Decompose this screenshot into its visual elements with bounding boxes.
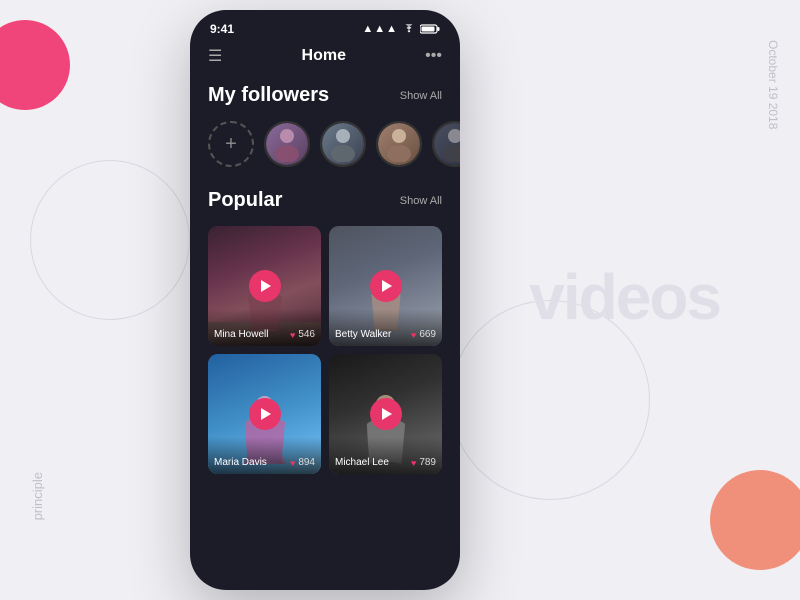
play-triangle-4 [382,408,392,420]
bg-circle-outline-1 [30,160,190,320]
video-likes-2: ♥ 669 [411,329,436,340]
phone-container: 9:41 ▲▲▲ ☰ Home ••• My followers Show Al… [190,10,460,590]
video-grid: Mina Howell ♥ 546 [208,226,442,474]
followers-show-all[interactable]: Show All [400,90,442,102]
video-card-3[interactable]: Maria Davis ♥ 894 [208,354,321,474]
video-card-1[interactable]: Mina Howell ♥ 546 [208,226,321,346]
follower-avatar-3[interactable] [376,121,422,167]
bg-text-date: October 19 2018 [766,40,780,129]
avatar-image-2 [322,123,364,165]
heart-icon-1: ♥ [290,330,295,340]
avatar-image-4 [434,123,460,165]
likes-count-4: 789 [419,457,436,468]
menu-icon[interactable]: ☰ [208,46,222,66]
popular-show-all[interactable]: Show All [400,195,442,207]
likes-count-2: 669 [419,329,436,340]
follower-avatar-2[interactable] [320,121,366,167]
bg-circle-orange [710,470,800,570]
status-time: 9:41 [210,22,234,36]
nav-title: Home [302,47,346,65]
followers-header: My followers Show All [208,84,442,107]
bg-circle-pink [0,20,70,110]
popular-title: Popular [208,189,282,212]
signal-icon: ▲▲▲ [362,23,398,35]
video-info-4: Michael Lee ♥ 789 [329,437,442,474]
play-triangle-3 [261,408,271,420]
video-info-2: Betty Walker ♥ 669 [329,309,442,346]
play-triangle-2 [382,280,392,292]
status-bar: 9:41 ▲▲▲ [190,10,460,42]
heart-icon-3: ♥ [290,458,295,468]
video-name-1: Mina Howell [214,329,268,340]
play-triangle-1 [261,280,271,292]
avatar-image-3 [378,123,420,165]
follower-avatar-4[interactable] [432,121,460,167]
play-button-4[interactable] [370,398,402,430]
followers-title: My followers [208,84,329,107]
wifi-icon [402,24,416,34]
heart-icon-4: ♥ [411,458,416,468]
video-likes-3: ♥ 894 [290,457,315,468]
video-name-3: Maria Davis [214,457,267,468]
avatar-image-1 [266,123,308,165]
video-likes-1: ♥ 546 [290,329,315,340]
followers-row: + [208,121,442,167]
battery-icon [420,24,440,34]
video-card-2[interactable]: Betty Walker ♥ 669 [329,226,442,346]
likes-count-1: 546 [298,329,315,340]
more-icon[interactable]: ••• [425,47,442,65]
nav-bar: ☰ Home ••• [190,42,460,76]
play-button-1[interactable] [249,270,281,302]
play-button-3[interactable] [249,398,281,430]
video-name-2: Betty Walker [335,329,391,340]
follower-avatar-1[interactable] [264,121,310,167]
content-area: My followers Show All + [190,76,460,482]
video-card-4[interactable]: Michael Lee ♥ 789 [329,354,442,474]
add-follower-button[interactable]: + [208,121,254,167]
bg-text-videos: videos [529,260,720,334]
video-info-3: Maria Davis ♥ 894 [208,437,321,474]
video-info-1: Mina Howell ♥ 546 [208,309,321,346]
status-icons: ▲▲▲ [362,23,440,35]
popular-section: Popular Show All Mina Howell [208,189,442,474]
video-likes-4: ♥ 789 [411,457,436,468]
bg-text-principle: principle [30,472,45,520]
video-name-4: Michael Lee [335,457,389,468]
likes-count-3: 894 [298,457,315,468]
heart-icon-2: ♥ [411,330,416,340]
popular-header: Popular Show All [208,189,442,212]
play-button-2[interactable] [370,270,402,302]
